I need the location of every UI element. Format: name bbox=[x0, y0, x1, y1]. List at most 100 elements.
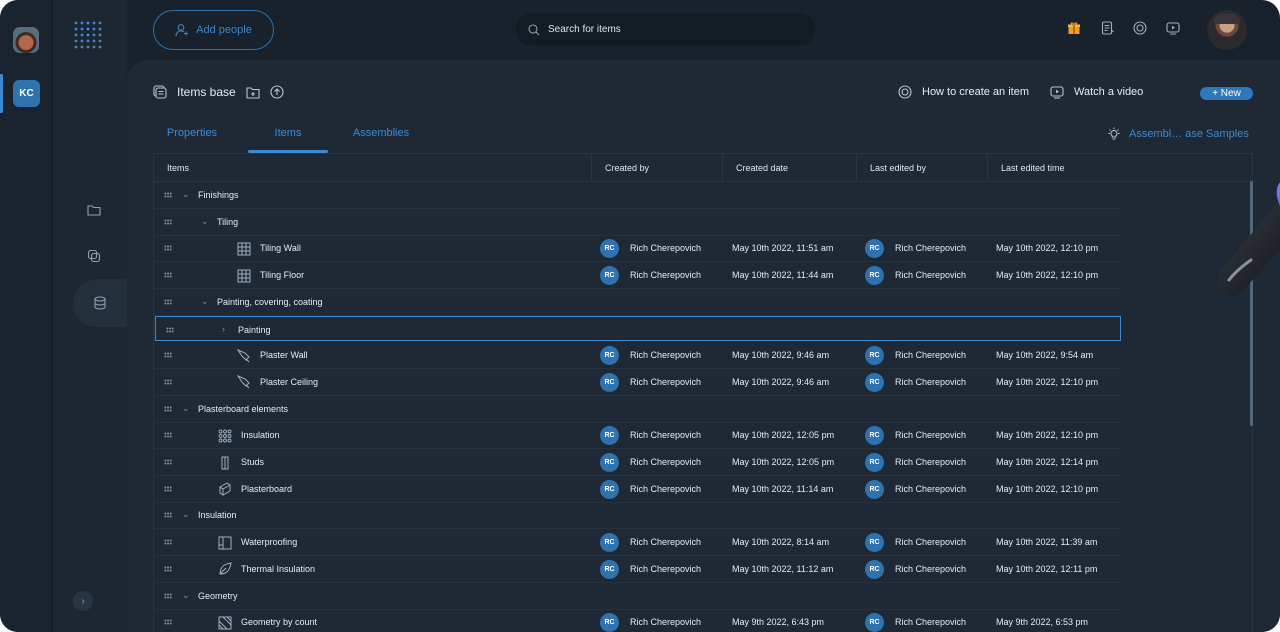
table-row[interactable]: Studs RC Rich Cherepovich May 10th 2022, 12… bbox=[154, 449, 1121, 476]
upload-button[interactable] bbox=[270, 85, 284, 99]
drag-handle-icon[interactable] bbox=[164, 298, 172, 305]
column-header-last-edited-time[interactable]: Last edited time bbox=[987, 154, 1252, 182]
item-name: Thermal Insulation bbox=[241, 563, 316, 574]
drag-handle-icon[interactable] bbox=[166, 326, 174, 333]
column-header-last-edited-by[interactable]: Last edited by bbox=[856, 154, 987, 182]
app-window: KC › Add people Search for items Items b… bbox=[0, 0, 1280, 632]
active-workspace-indicator bbox=[0, 74, 3, 113]
user-initials-badge: RC bbox=[865, 372, 884, 392]
drag-handle-icon[interactable] bbox=[164, 485, 172, 492]
table-row[interactable]: Plaster Ceiling RC Rich Cherepovich May 10t… bbox=[154, 369, 1121, 396]
tab-properties[interactable]: Properties bbox=[153, 123, 231, 153]
add-people-button[interactable]: Add people bbox=[153, 10, 274, 50]
notes-button[interactable] bbox=[1099, 20, 1115, 36]
item-name: Plaster Ceiling bbox=[260, 376, 319, 387]
drag-handle-icon[interactable] bbox=[164, 592, 172, 599]
drag-handle-icon[interactable] bbox=[164, 378, 172, 385]
top-icon-group bbox=[1066, 20, 1181, 36]
lightbulb-icon bbox=[1108, 127, 1120, 140]
drag-handle-icon[interactable] bbox=[164, 459, 172, 465]
drag-handle-icon[interactable] bbox=[164, 352, 172, 359]
search-input[interactable] bbox=[548, 24, 788, 35]
created-by-name: Rich Cherepovich bbox=[630, 617, 702, 628]
video-button[interactable] bbox=[1165, 20, 1181, 36]
created-by-name: Rich Cherepovich bbox=[630, 483, 702, 494]
table-scrollbar[interactable] bbox=[1250, 181, 1253, 426]
last-edited-by-name: Rich Cherepovich bbox=[895, 457, 967, 467]
group-row[interactable]: › Painting bbox=[155, 315, 1121, 341]
chevron-down-icon[interactable]: ⌄ bbox=[182, 403, 190, 412]
drag-handle-icon[interactable] bbox=[164, 432, 172, 439]
video-play-icon bbox=[1166, 22, 1180, 35]
drag-handle-icon[interactable] bbox=[164, 272, 172, 279]
group-row[interactable]: ⌄ Geometry bbox=[154, 583, 1121, 610]
user-initials-badge: RC bbox=[865, 533, 884, 553]
created-date: May 10th 2022, 11:44 am bbox=[732, 270, 834, 281]
drag-handle-icon[interactable] bbox=[164, 619, 172, 626]
group-row[interactable]: ⌄ Finishings bbox=[154, 182, 1121, 209]
how-to-create-link[interactable]: How to create an item bbox=[898, 85, 1029, 99]
table-row[interactable]: Geometry by count RC Rich Cherepovich May 9… bbox=[154, 609, 1121, 632]
drag-handle-icon[interactable] bbox=[164, 539, 172, 546]
app-logo-dots-icon[interactable] bbox=[74, 21, 106, 49]
chevron-down-icon[interactable]: ⌄ bbox=[182, 510, 190, 519]
search-bar[interactable] bbox=[516, 13, 815, 46]
group-row[interactable]: ⌄ Painting, covering, coating bbox=[154, 289, 1121, 316]
table-row[interactable]: Waterproofing RC Rich Cherepovich May 10th … bbox=[154, 529, 1121, 557]
add-person-icon bbox=[175, 24, 189, 37]
last-edited-time: May 9th 2022, 6:53 pm bbox=[996, 617, 1089, 628]
sidebar-copy-button[interactable] bbox=[75, 237, 113, 275]
sidebar-expand-button[interactable]: › bbox=[73, 591, 93, 611]
organization-logo[interactable] bbox=[13, 27, 39, 53]
table-row[interactable]: Tiling Floor RC Rich Cherepovich May 10th 2… bbox=[154, 262, 1121, 290]
table-row[interactable]: Plaster Wall RC Rich Cherepovich May 10th 2… bbox=[154, 342, 1121, 370]
group-name: Finishings bbox=[198, 190, 239, 200]
created-by-name: Rich Cherepovich bbox=[630, 563, 702, 574]
group-row[interactable]: ⌄ Insulation bbox=[154, 502, 1121, 530]
user-initials-badge: RC bbox=[600, 613, 619, 632]
drag-handle-icon[interactable] bbox=[164, 245, 172, 252]
table-row[interactable]: Insulation RC Rich Cherepovich May 10th 202… bbox=[154, 422, 1121, 450]
sidebar: › bbox=[53, 0, 127, 632]
drag-handle-icon[interactable] bbox=[164, 192, 172, 198]
user-initials-badge: RC bbox=[600, 266, 619, 286]
chevron-down-icon[interactable]: ⌄ bbox=[201, 216, 209, 225]
user-initials-badge: RC bbox=[600, 533, 619, 553]
table-row[interactable]: Tiling Wall RC Rich Cherepovich May 10th 20… bbox=[154, 235, 1121, 263]
group-row[interactable]: ⌄ Plasterboard elements bbox=[154, 396, 1121, 423]
gift-button[interactable] bbox=[1066, 20, 1082, 36]
last-edited-by-name: Rich Cherepovich bbox=[895, 430, 967, 441]
upload-icon bbox=[270, 85, 284, 99]
tab-assemblies[interactable]: Assemblies bbox=[341, 123, 421, 153]
group-row[interactable]: ⌄ Tiling bbox=[154, 209, 1121, 236]
workspace-rail: KC bbox=[0, 0, 53, 632]
samples-link[interactable]: Assembl… ase Samples bbox=[1107, 127, 1249, 141]
table-row[interactable]: Plasterboard RC Rich Cherepovich May 10th 2… bbox=[154, 476, 1121, 503]
watch-video-link[interactable]: Watch a video bbox=[1050, 85, 1143, 99]
last-edited-time: May 10th 2022, 12:11 pm bbox=[996, 563, 1098, 574]
sidebar-folder-button[interactable] bbox=[75, 191, 113, 229]
drag-handle-icon[interactable] bbox=[164, 565, 172, 572]
sidebar-database-button[interactable] bbox=[73, 279, 127, 327]
new-folder-button[interactable] bbox=[246, 86, 260, 99]
workspace-badge[interactable]: KC bbox=[13, 80, 40, 107]
new-item-button[interactable]: + New bbox=[1200, 87, 1253, 100]
drag-handle-icon[interactable] bbox=[164, 512, 172, 519]
last-edited-time: May 10th 2022, 12:10 pm bbox=[996, 430, 1099, 441]
column-header-created-date[interactable]: Created date bbox=[722, 154, 856, 182]
user-initials-badge: RC bbox=[600, 559, 619, 579]
drag-handle-icon[interactable] bbox=[164, 218, 172, 225]
table-row[interactable]: Thermal Insulation RC Rich Cherepovich May … bbox=[154, 556, 1121, 583]
help-button[interactable] bbox=[1132, 20, 1148, 36]
item-name: Waterproofing bbox=[241, 537, 298, 548]
database-icon bbox=[94, 296, 106, 310]
chevron-right-icon[interactable]: › bbox=[222, 324, 230, 333]
column-header-created-by[interactable]: Created by bbox=[591, 154, 722, 182]
tab-items[interactable]: Items bbox=[248, 123, 328, 153]
user-avatar[interactable] bbox=[1207, 10, 1247, 50]
column-header-items[interactable]: Items bbox=[154, 154, 591, 182]
drag-handle-icon[interactable] bbox=[164, 405, 172, 412]
chevron-down-icon[interactable]: ⌄ bbox=[182, 590, 190, 599]
chevron-down-icon[interactable]: ⌄ bbox=[182, 190, 190, 199]
chevron-down-icon[interactable]: ⌄ bbox=[201, 296, 209, 305]
